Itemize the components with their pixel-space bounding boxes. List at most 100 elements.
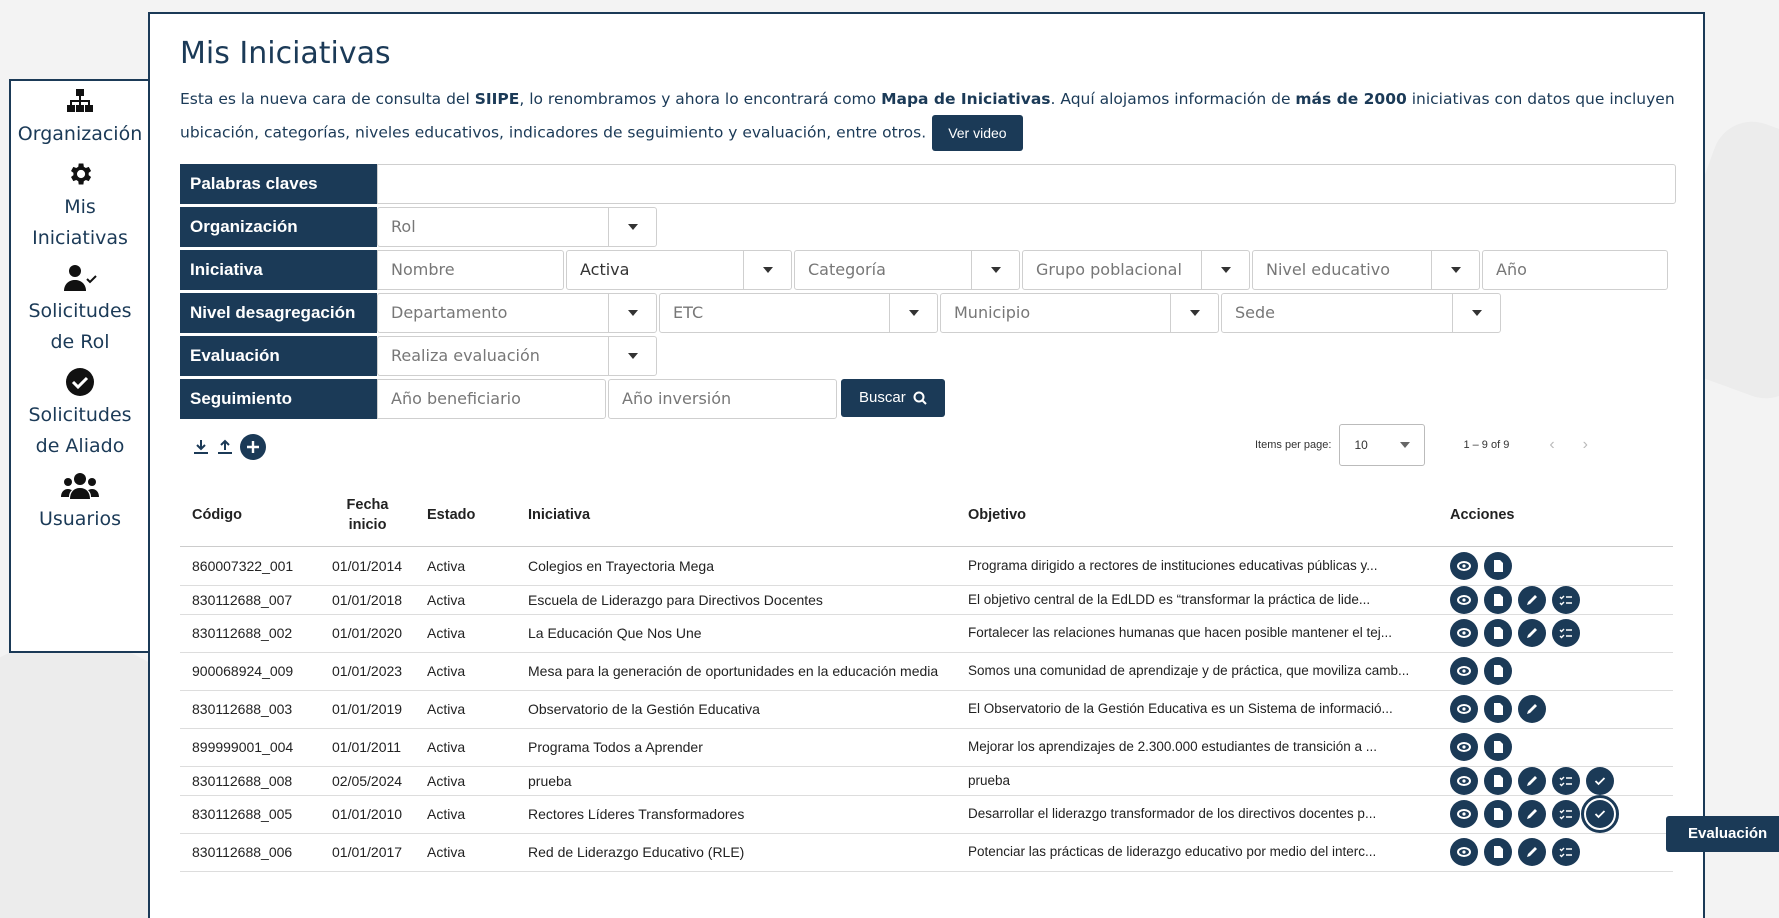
view-button[interactable] [1450,838,1478,866]
ver-video-button[interactable]: Ver video [932,115,1023,151]
sidebar-item-usuarios[interactable]: Usuarios [11,468,149,535]
estado-select[interactable]: Activa [566,250,792,290]
document-button[interactable] [1484,695,1512,723]
filter-row-seguimiento: Seguimiento Año beneficiario Año inversi… [180,379,945,419]
sidebar-item-mis-iniciativas[interactable]: Mis Iniciativas [11,156,149,254]
add-initiative-button[interactable] [240,434,266,465]
check-icon [1594,810,1606,819]
edit-button[interactable] [1518,766,1546,795]
view-button[interactable] [1450,733,1478,761]
estado-cell: Activa [415,766,516,796]
etc-select[interactable]: ETC [659,293,938,333]
view-button[interactable] [1450,619,1478,647]
prev-page-button[interactable]: ‹ [1549,436,1582,453]
document-icon [1494,627,1503,639]
document-button[interactable] [1484,585,1512,614]
page-nav: ‹› [1549,436,1616,454]
edit-button[interactable] [1518,695,1546,723]
objetivo-cell: Somos una comunidad de aprendizaje y de … [956,652,1438,691]
check-circle-icon [65,364,95,400]
acciones-cell [1438,652,1673,691]
tracking-button[interactable] [1552,838,1580,866]
view-button[interactable] [1450,551,1478,580]
edit-button[interactable] [1518,838,1546,866]
estado-cell: Activa [415,690,516,729]
document-icon [1494,559,1503,572]
objetivo-cell: prueba [956,766,1438,796]
table-row: 830112688_006 01/01/2017 Activa Red de Lide… [180,833,1673,872]
document-icon [1494,774,1503,787]
acciones-cell [1438,546,1673,586]
tracking-button[interactable] [1552,800,1580,828]
eye-icon [1457,666,1471,676]
items-per-page-select[interactable]: 10 [1339,424,1426,466]
download-icon[interactable] [192,438,210,461]
checklist-icon [1559,776,1572,786]
eye-icon [1457,809,1471,819]
chevron-down-icon [743,251,791,289]
document-button[interactable] [1484,551,1512,580]
departamento-select[interactable]: Departamento [377,293,657,333]
codigo-cell: 830112688_003 [180,690,320,729]
document-button[interactable] [1484,766,1512,795]
document-button[interactable] [1484,733,1512,761]
next-page-button[interactable]: › [1583,436,1616,453]
view-button[interactable] [1450,695,1478,723]
view-button[interactable] [1450,766,1478,795]
rol-select[interactable]: Rol [377,207,657,247]
filter-label: Palabras claves [180,164,377,204]
anio-input[interactable]: Año [1482,250,1668,290]
edit-button[interactable] [1518,800,1546,828]
tracking-button[interactable] [1552,766,1580,795]
view-button[interactable] [1450,585,1478,614]
edit-button[interactable] [1518,585,1546,614]
search-icon [913,391,927,405]
estado-cell: Activa [415,728,516,767]
grupo-poblacional-select[interactable]: Grupo poblacional [1022,250,1250,290]
view-button[interactable] [1450,800,1478,828]
document-icon [1494,593,1503,606]
filter-row-iniciativa: Iniciativa Nombre Activa Categoría Grupo… [180,250,1670,290]
edit-button[interactable] [1518,619,1546,647]
document-button[interactable] [1484,619,1512,647]
column-header: Acciones [1438,484,1673,547]
tracking-button[interactable] [1552,585,1580,614]
intro-text: Esta es la nueva cara de consulta del SI… [180,84,1680,151]
evaluation-button[interactable] [1586,766,1614,795]
evaluation-button[interactable] [1581,795,1619,833]
nivel-educativo-select[interactable]: Nivel educativo [1252,250,1480,290]
codigo-cell: 860007322_001 [180,546,320,586]
filter-label: Iniciativa [180,250,377,290]
column-header: Iniciativa [516,484,956,547]
anio-inversion-input[interactable]: Año inversión [608,379,837,419]
user-check-icon [63,260,97,296]
sidebar-item-solicitudes-aliado[interactable]: Solicitudes de Aliado [11,364,149,462]
document-button[interactable] [1484,838,1512,866]
sidebar-item-label: Usuarios [38,508,122,530]
anio-beneficiario-input[interactable]: Año beneficiario [377,379,606,419]
upload-icon[interactable] [216,438,234,461]
table-row: 830112688_005 01/01/2010 Activa Rectores Lí… [180,795,1673,834]
sidebar-item-organizacion[interactable]: Organización [11,83,149,150]
document-button[interactable] [1484,800,1512,828]
tracking-button[interactable] [1552,619,1580,647]
sidebar-item-label: Mis Iniciativas [32,196,128,249]
document-button[interactable] [1484,657,1512,685]
categoria-select[interactable]: Categoría [794,250,1020,290]
sidebar-item-solicitudes-rol[interactable]: Solicitudes de Rol [11,260,149,358]
iniciativa-cell: Mesa para la generación de oportunidades… [516,652,956,691]
realiza-evaluacion-select[interactable]: Realiza evaluación [377,336,657,376]
buscar-button[interactable]: Buscar [841,379,945,417]
sede-select[interactable]: Sede [1221,293,1501,333]
chevron-down-icon [971,251,1019,289]
codigo-cell: 830112688_002 [180,614,320,653]
pencil-icon [1527,775,1537,786]
items-per-page-label: Items per page: [1255,439,1332,451]
eye-icon [1457,775,1471,786]
view-button[interactable] [1450,657,1478,685]
municipio-select[interactable]: Municipio [940,293,1219,333]
keywords-input[interactable] [377,164,1676,204]
codigo-cell: 830112688_007 [180,585,320,615]
nombre-input[interactable]: Nombre [377,250,564,290]
iniciativa-cell: Programa Todos a Aprender [516,728,956,767]
